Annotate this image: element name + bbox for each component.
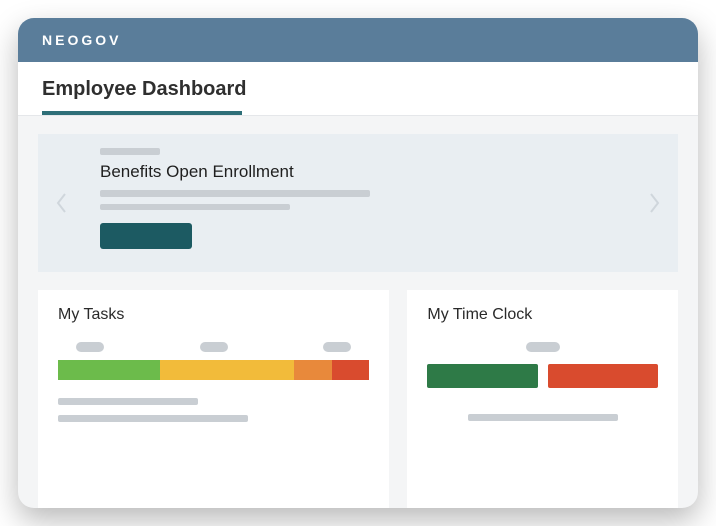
banner-title: Benefits Open Enrollment — [100, 162, 638, 182]
app-window: NEOGOV Employee Dashboard Benefits Open … — [18, 18, 698, 508]
announcement-banner: Benefits Open Enrollment — [38, 134, 678, 272]
tasks-tabs — [58, 342, 369, 352]
tasks-status-bar — [58, 360, 369, 380]
cards-row: My Tasks My Time Clock — [38, 290, 678, 508]
clock-footer-placeholder — [468, 414, 618, 421]
banner-line-1-placeholder — [100, 190, 370, 197]
brand-name: NEOGOV — [42, 32, 121, 48]
banner-prev-button[interactable] — [52, 189, 70, 217]
tasks-seg-orange — [294, 360, 332, 380]
tasks-tab-3[interactable] — [323, 342, 351, 352]
banner-next-button[interactable] — [646, 189, 664, 217]
tasks-seg-green — [58, 360, 160, 380]
clock-in-button[interactable] — [427, 364, 537, 388]
my-tasks-title: My Tasks — [58, 306, 369, 324]
tasks-tab-1[interactable] — [76, 342, 104, 352]
time-clock-card: My Time Clock — [407, 290, 678, 508]
clock-status-pill — [526, 342, 560, 352]
tasks-line-1-placeholder — [58, 398, 198, 405]
page-title: Employee Dashboard — [42, 78, 674, 113]
clock-footer — [427, 414, 658, 428]
clock-out-button[interactable] — [548, 364, 658, 388]
brand-bar: NEOGOV — [18, 18, 698, 62]
banner-eyebrow-placeholder — [100, 148, 160, 155]
banner-line-2-placeholder — [100, 204, 290, 210]
banner-cta-button[interactable] — [100, 223, 192, 249]
page-header: Employee Dashboard — [18, 62, 698, 116]
clock-buttons-row — [427, 364, 658, 388]
tasks-line-2-placeholder — [58, 415, 248, 422]
active-tab-underline — [42, 111, 242, 115]
content-area: Benefits Open Enrollment My Tasks — [18, 116, 698, 508]
clock-status-placeholder — [427, 342, 658, 352]
tasks-tab-2[interactable] — [200, 342, 228, 352]
my-tasks-card: My Tasks — [38, 290, 389, 508]
tasks-seg-red — [332, 360, 370, 380]
time-clock-title: My Time Clock — [427, 306, 658, 324]
tasks-seg-yellow — [160, 360, 294, 380]
